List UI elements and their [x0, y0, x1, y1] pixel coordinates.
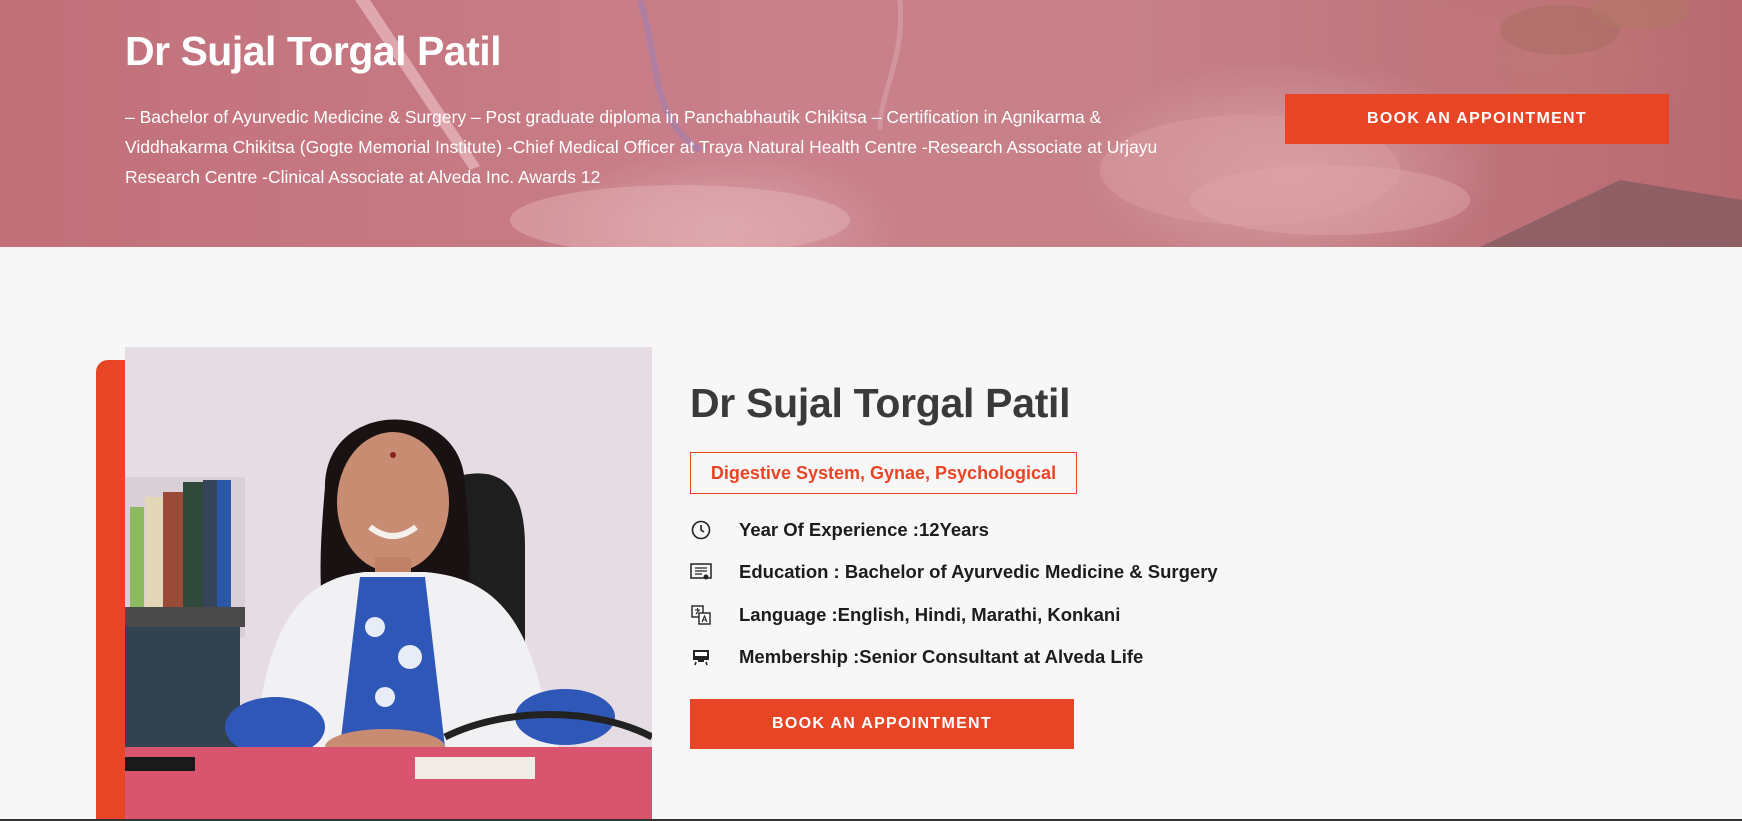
hero-description: – Bachelor of Ayurvedic Medicine & Surge… [125, 107, 1158, 187]
translate-icon [690, 604, 712, 626]
book-appointment-button[interactable]: BOOK AN APPOINTMENT [690, 699, 1074, 749]
experience-text: Year Of Experience :12Years [739, 519, 989, 540]
experience-row: Year Of Experience :12Years [690, 516, 989, 544]
membership-row: Membership :Senior Consultant at Alveda … [690, 643, 1143, 671]
education-row: Education : Bachelor of Ayurvedic Medici… [690, 558, 1218, 586]
specialties-badge: Digestive System, Gynae, Psychological [690, 452, 1077, 494]
certificate-icon [690, 561, 712, 583]
hero-book-appointment-button[interactable]: BOOK AN APPOINTMENT [1285, 94, 1669, 144]
doctor-photo [125, 347, 652, 821]
hero-banner: Dr Sujal Torgal Patil – Bachelor of Ayur… [0, 0, 1742, 247]
clock-icon [690, 519, 712, 541]
membership-text: Membership :Senior Consultant at Alveda … [739, 646, 1144, 667]
education-text: Education : Bachelor of Ayurvedic Medici… [739, 561, 1218, 582]
membership-card-icon [690, 646, 712, 668]
doctor-name: Dr Sujal Torgal Patil [690, 380, 1071, 426]
language-row: Language :English, Hindi, Marathi, Konka… [690, 601, 1120, 629]
language-text: Language :English, Hindi, Marathi, Konka… [739, 604, 1121, 625]
hero-title: Dr Sujal Torgal Patil [125, 28, 502, 74]
